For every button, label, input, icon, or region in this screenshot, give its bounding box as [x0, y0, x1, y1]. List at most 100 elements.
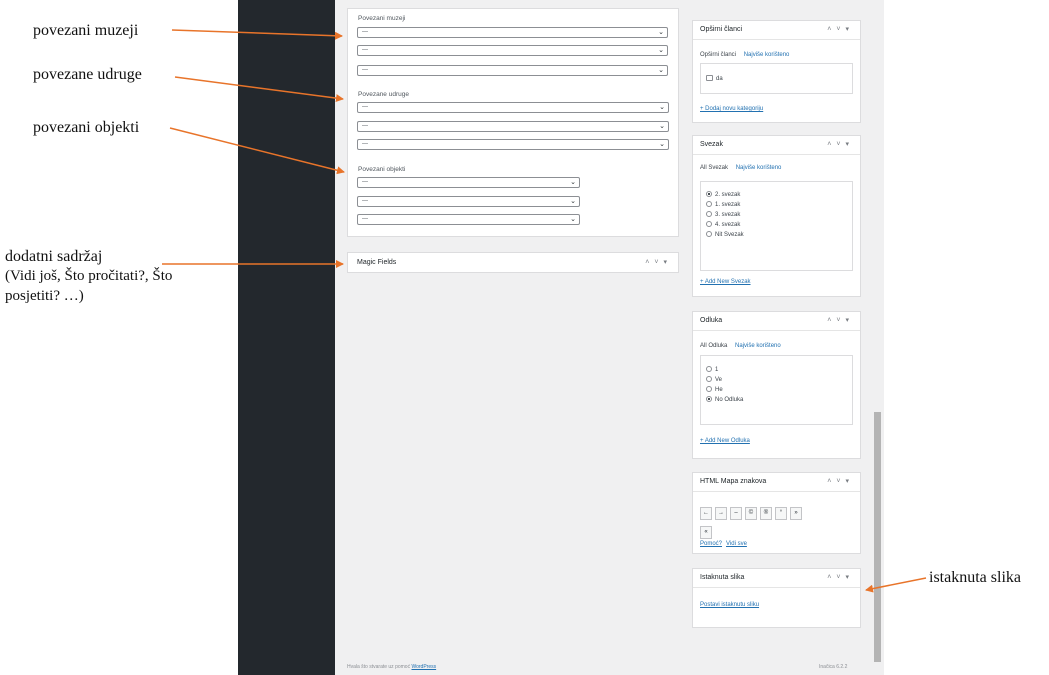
section-option-label: Ve	[715, 377, 723, 383]
museum-select-2[interactable]: — ⌄	[357, 45, 668, 56]
box-controls-icon[interactable]: ˄˅▾	[827, 316, 854, 324]
tab-all-sections[interactable]: All Odluka	[700, 343, 727, 349]
symbol-button[interactable]: ←	[700, 507, 712, 520]
select-value: —	[362, 47, 368, 53]
chevron-down-icon: ⌄	[659, 141, 665, 148]
symbol-buttons-row-2: «	[700, 520, 715, 539]
volume-option-label: Nit Svezak	[715, 232, 744, 238]
select-value: —	[362, 216, 368, 222]
volume-option[interactable]: 3. svezak	[701, 210, 852, 220]
symbol-button[interactable]: «	[700, 526, 712, 539]
box-controls-icon[interactable]: ˄˅▾	[827, 573, 854, 581]
section-box-title: Odlukа	[700, 317, 723, 324]
section-option[interactable]: No Odluka	[701, 395, 852, 405]
museums-field-label: Povezani muzeji	[358, 15, 406, 22]
section-option[interactable]: Ve	[701, 375, 852, 385]
association-select-2[interactable]: — ⌄	[357, 121, 669, 132]
box-controls-icon[interactable]: ˄˅▾	[827, 140, 854, 148]
symbol-button[interactable]: °	[775, 507, 787, 520]
admin-sidebar	[238, 0, 335, 675]
categories-tabs: Opširni članci Najviše korišteno	[700, 52, 789, 58]
volume-tabs: All Svezak Najviše korišteno	[700, 165, 781, 171]
symbol-button[interactable]: ©	[745, 507, 757, 520]
chevron-down-icon: ⌄	[658, 29, 664, 36]
radio-icon[interactable]	[706, 231, 712, 238]
footer-credit: Hvala što stvarate uz pomoć WordPress	[347, 664, 436, 670]
museum-select-3[interactable]: — ⌄	[357, 65, 668, 76]
category-option-label: da	[716, 76, 723, 82]
volume-option-label: 1. svezak	[715, 202, 741, 208]
checkbox-icon[interactable]	[706, 75, 713, 82]
annotation-povezane-udruge: povezane udruge	[33, 66, 142, 83]
magic-fields-title: Magic Fields	[357, 259, 397, 266]
chevron-down-icon: ⌄	[659, 104, 665, 111]
scrollbar[interactable]	[874, 412, 881, 662]
radio-icon[interactable]	[706, 221, 712, 228]
set-featured-image-link[interactable]: Postavi istaknutu sliku	[700, 602, 759, 608]
symbol-button[interactable]: ®	[760, 507, 772, 520]
add-section-link[interactable]: + Add New Odluka	[700, 438, 750, 444]
object-select-2[interactable]: — ⌄	[357, 196, 580, 207]
select-value: —	[362, 29, 368, 35]
tab-all-categories[interactable]: Opširni članci	[700, 52, 736, 58]
section-tabs: All Odluka Najviše korišteno	[700, 343, 781, 349]
section-option[interactable]: 1	[701, 365, 852, 375]
volume-option[interactable]: Nit Svezak	[701, 230, 852, 240]
annotation-dodatni-sadrzaj: dodatni sadržaj	[5, 248, 103, 265]
volume-option[interactable]: 4. svezak	[701, 220, 852, 230]
categories-list: da	[700, 63, 853, 94]
box-controls-icon[interactable]: ˄˅▾	[827, 477, 854, 485]
radio-icon[interactable]	[706, 211, 712, 218]
tab-most-used[interactable]: Najviše korišteno	[735, 343, 781, 349]
divider	[693, 330, 860, 331]
radio-icon[interactable]	[706, 376, 712, 383]
radio-selected-icon[interactable]	[706, 396, 712, 403]
object-select-3[interactable]: — ⌄	[357, 214, 580, 225]
categories-box: Opširni članci ˄˅▾ Opširni članci Najviš…	[692, 20, 861, 123]
category-option[interactable]: da	[701, 74, 852, 84]
select-value: —	[362, 104, 368, 110]
symbol-button[interactable]: –	[730, 507, 742, 520]
object-select-1[interactable]: — ⌄	[357, 177, 580, 188]
annotation-istaknuta-slika: istaknuta slika	[929, 569, 1021, 586]
html-symbols-box: HTML Mapa znakova ˄˅▾ ← → – © ® °» « Pomoć? V…	[692, 472, 861, 554]
volume-option[interactable]: 1. svezak	[701, 200, 852, 210]
add-category-link[interactable]: + Dodaj novu kategoriju	[700, 106, 763, 112]
divider	[693, 587, 860, 588]
divider	[693, 491, 860, 492]
select-value: —	[362, 67, 368, 73]
volume-option[interactable]: 2. svezak	[701, 190, 852, 200]
radio-icon[interactable]	[706, 201, 712, 208]
annotation-povezani-objekti: povezani objekti	[33, 119, 140, 136]
association-select-3[interactable]: — ⌄	[357, 139, 669, 150]
tab-most-used[interactable]: Najviše korišteno	[736, 165, 782, 171]
tab-all-volumes[interactable]: All Svezak	[700, 165, 728, 171]
categories-box-title: Opširni članci	[700, 26, 743, 33]
add-volume-link[interactable]: + Add New Svezak	[700, 279, 751, 285]
section-option[interactable]: He	[701, 385, 852, 395]
chevron-down-icon: ⌄	[658, 47, 664, 54]
featured-image-box-title: Istaknuta slika	[700, 574, 745, 581]
radio-icon[interactable]	[706, 366, 712, 373]
tab-most-used[interactable]: Najviše korišteno	[744, 52, 790, 58]
objects-field-label: Povezani objekti	[358, 166, 406, 173]
symbols-view-all-link[interactable]: Vidi sve	[726, 541, 747, 547]
volume-option-label: 2. svezak	[715, 192, 741, 198]
radio-selected-icon[interactable]	[706, 191, 712, 198]
wordpress-link[interactable]: WordPress	[411, 664, 436, 670]
symbols-help-link[interactable]: Pomoć?	[700, 541, 722, 547]
volume-list: 2. svezak 1. svezak 3. svezak 4. svezak …	[700, 181, 853, 271]
select-value: —	[362, 123, 368, 129]
radio-icon[interactable]	[706, 386, 712, 393]
association-select-1[interactable]: — ⌄	[357, 102, 669, 113]
symbol-button[interactable]: →	[715, 507, 727, 520]
symbol-button[interactable]: »	[790, 507, 802, 520]
magic-fields-panel[interactable]: Magic Fields ˄˅▾	[347, 252, 679, 273]
chevron-down-icon: ⌄	[659, 123, 665, 130]
museum-select-1[interactable]: — ⌄	[357, 27, 668, 38]
chevron-down-icon: ⌄	[570, 198, 576, 205]
box-controls-icon[interactable]: ˄˅▾	[827, 25, 854, 33]
chevron-down-icon: ⌄	[570, 216, 576, 223]
panel-controls-icon[interactable]: ˄˅▾	[645, 258, 672, 266]
annotation-dodatni-sadrzaj-detail-2: posjetiti? …)	[5, 288, 84, 304]
